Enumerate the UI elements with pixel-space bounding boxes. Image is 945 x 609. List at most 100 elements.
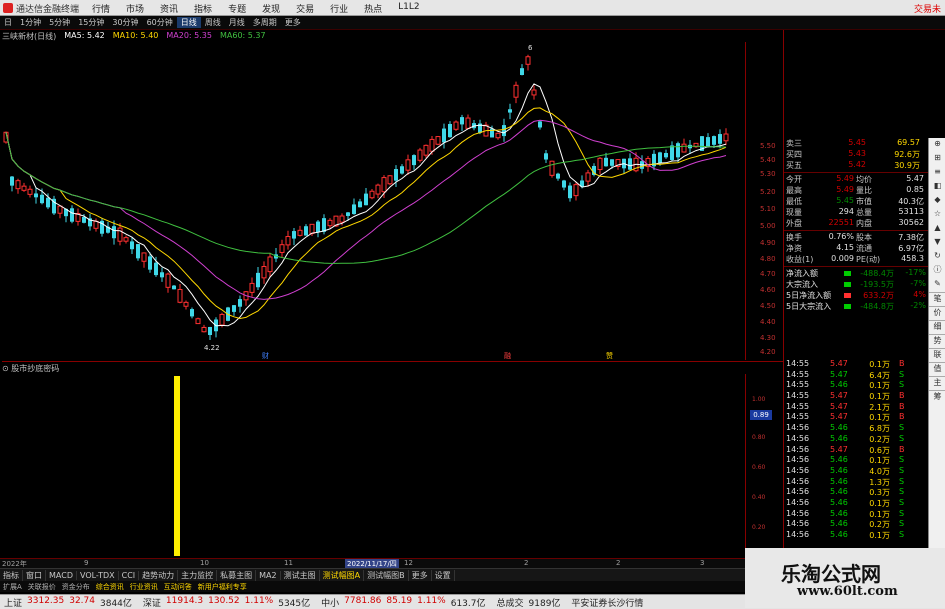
date-axis: 2022年 9 10 11 2022/11/17/四 12 2 2 3 [0, 558, 745, 569]
side-tab[interactable]: 势 [929, 334, 945, 348]
candle [412, 155, 416, 166]
info-icon[interactable]: ⓘ [929, 264, 945, 278]
refresh-icon[interactable]: ↻ [929, 250, 945, 264]
tab-private-main[interactable]: 私募主图 [217, 569, 257, 581]
candle [417, 149, 423, 161]
candle [10, 176, 14, 186]
tab-window[interactable]: 窗口 [23, 569, 46, 581]
tab-settings[interactable]: 设置 [432, 569, 455, 581]
menu-item[interactable]: 交易 [296, 2, 314, 15]
candle [57, 205, 63, 214]
candle [339, 215, 345, 223]
side-tab[interactable]: 价 [929, 306, 945, 320]
candle [556, 173, 560, 179]
star-icon[interactable]: ☆ [929, 208, 945, 222]
subtab-fund-dist[interactable]: 资金分布 [59, 582, 93, 592]
period-more[interactable]: 更多 [281, 17, 305, 28]
side-tab[interactable]: 值 [929, 362, 945, 376]
stat-row: 外盘 22551 内盘 30562 [786, 218, 924, 228]
ma60-label: MA60: 5.37 [219, 31, 266, 40]
candle [573, 184, 579, 197]
candle [676, 143, 680, 158]
candle [327, 219, 333, 227]
expand-icon[interactable]: ⊕ [929, 138, 945, 152]
fund-flow-row: 5日大宗流入 -484.8万 -2% [786, 301, 926, 311]
subtab-industry-news[interactable]: 行业资讯 [127, 582, 161, 592]
indicator-title: ⊙ 股市抄底密码 [2, 361, 785, 373]
tab-test-a[interactable]: 测试幅图A [320, 569, 365, 581]
period-daily[interactable]: 日线 [176, 17, 201, 28]
tab-test-b[interactable]: 测试幅图B [364, 569, 409, 581]
tool-icon[interactable]: ✎ [929, 278, 945, 292]
tick-list[interactable]: 14:55 5.47 0.1万 B 14:55 5.47 6.4万 S 14:55 5.46 0.1… [784, 359, 929, 541]
side-tab[interactable]: 笔 [929, 292, 945, 306]
candlestick-chart[interactable]: 4.22 6 财 融 赞 [0, 42, 745, 360]
bonus-marker[interactable]: 赞 [606, 351, 613, 360]
price-tick: 5.30 [760, 170, 776, 178]
side-tab[interactable]: 联 [929, 348, 945, 362]
period-30min[interactable]: 30分钟 [108, 17, 142, 28]
trade-button[interactable]: 交易未 [914, 2, 941, 15]
menu-item[interactable]: 发现 [262, 2, 280, 15]
menu-item[interactable]: 行业 [330, 2, 348, 15]
sub-tick: 1.00 [752, 396, 766, 403]
tick-row: 14:56 5.46 0.2万 S [786, 433, 905, 444]
period-5min[interactable]: 5分钟 [45, 17, 74, 28]
menu-item[interactable]: 资讯 [160, 2, 178, 15]
menu-item[interactable]: 专题 [228, 2, 246, 15]
sh-index[interactable]: 上证 3312.35 32.74 3844亿 [0, 596, 137, 609]
side-tab[interactable]: 主 [929, 376, 945, 390]
order-book-row: 买五 5.42 30.9万 [786, 160, 920, 170]
subtab-news[interactable]: 综合资讯 [93, 582, 127, 592]
tab-main-monitor[interactable]: 主力监控 [178, 569, 218, 581]
broker-label[interactable]: 平安证券长沙行情 [571, 596, 648, 609]
tab-ma2[interactable]: MA2 [256, 570, 281, 580]
finance-marker[interactable]: 财 [262, 351, 269, 360]
pin-icon[interactable]: ◆ [929, 194, 945, 208]
candle [400, 166, 404, 174]
period-multi[interactable]: 多周期 [249, 17, 281, 28]
subtab-ext-a[interactable]: 扩展A [0, 582, 25, 592]
price-tick: 4.60 [760, 286, 776, 294]
tab-trend[interactable]: 趋势动力 [139, 569, 179, 581]
up-icon[interactable]: ▲ [929, 222, 945, 236]
menu-item[interactable]: 市场 [126, 2, 144, 15]
sz-index[interactable]: 深证 11914.3 130.52 1.11% 5345亿 [143, 596, 315, 609]
sub-tick: 0.40 [752, 494, 766, 501]
candle [309, 223, 315, 235]
candle [369, 190, 375, 199]
menu-item[interactable]: L1L2 [398, 2, 419, 15]
indicator-chart[interactable] [0, 374, 745, 558]
tab-more[interactable]: 更多 [409, 569, 432, 581]
menu-item[interactable]: 热点 [364, 2, 382, 15]
period-weekly[interactable]: 周线 [201, 17, 225, 28]
menu-item[interactable]: 行情 [92, 2, 110, 15]
date-tick: 12 [404, 559, 413, 567]
tab-cci[interactable]: CCI [119, 570, 140, 580]
period-1min[interactable]: 1分钟 [16, 17, 45, 28]
down-icon[interactable]: ▼ [929, 236, 945, 250]
subtab-related[interactable]: 关联报价 [25, 582, 59, 592]
zx-index[interactable]: 中小 7781.86 85.19 1.11% 613.7亿 [321, 596, 490, 609]
chart-icon[interactable]: ◧ [929, 180, 945, 194]
extension-tabs: 扩展A 关联报价 资金分布 综合资讯 行业资讯 互动问答 新用户福利专享 [0, 581, 783, 592]
tab-macd[interactable]: MACD [46, 570, 77, 580]
period-15min[interactable]: 15分钟 [74, 17, 108, 28]
tab-vol[interactable]: VOL-TDX [77, 570, 119, 580]
tab-indicator[interactable]: 指标 [0, 569, 23, 581]
subtab-qa[interactable]: 互动问答 [161, 582, 195, 592]
period-monthly[interactable]: 月线 [225, 17, 249, 28]
period-day[interactable]: 日 [0, 17, 16, 28]
menu-item[interactable]: 指标 [194, 2, 212, 15]
tab-test-main[interactable]: 测试主图 [281, 569, 320, 581]
candle [195, 318, 201, 325]
margin-marker[interactable]: 融 [504, 351, 511, 360]
side-tab[interactable]: 细 [929, 320, 945, 334]
subtab-welfare[interactable]: 新用户福利专享 [195, 582, 250, 592]
period-60min[interactable]: 60分钟 [143, 17, 177, 28]
side-tab[interactable]: 筹 [929, 390, 945, 404]
grid-icon[interactable]: ⊞ [929, 152, 945, 166]
order-book-row: 买四 5.43 92.6万 [786, 149, 920, 159]
list-icon[interactable]: ≡ [929, 166, 945, 180]
tick-row: 14:56 5.46 0.2万 S [786, 519, 905, 530]
